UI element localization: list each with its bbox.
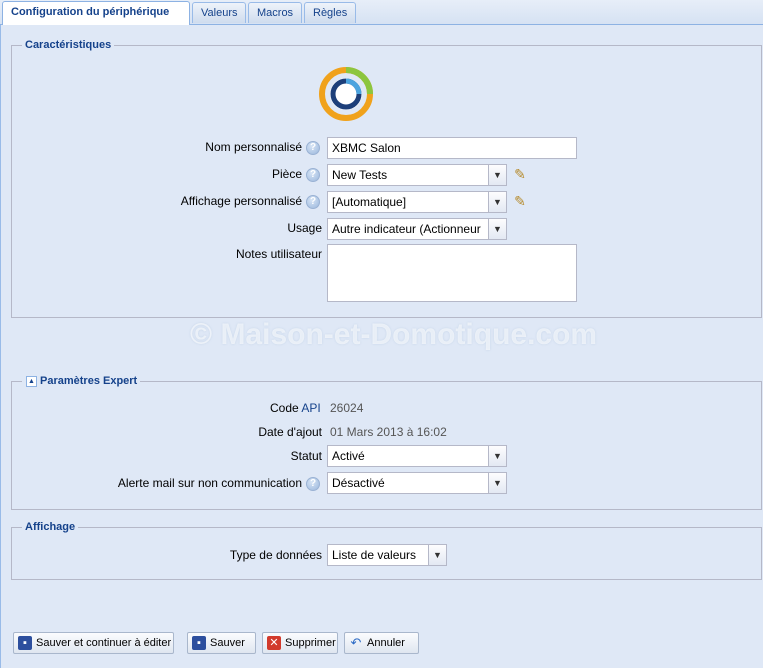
notes-textarea[interactable] <box>327 244 577 302</box>
chevron-down-icon[interactable]: ▼ <box>488 219 506 239</box>
room-select[interactable]: New Tests ▼ <box>327 164 507 186</box>
tab-values[interactable]: Valeurs <box>192 2 246 23</box>
tab-device-configuration[interactable]: Configuration du périphérique <box>2 1 190 25</box>
usage-value: Autre indicateur (Actionneur <box>332 222 481 236</box>
save-label: Sauver <box>210 637 245 649</box>
tab-bar: Configuration du périphérique Valeurs Ma… <box>0 0 763 25</box>
api-link[interactable]: API <box>301 401 320 415</box>
display-legend: Affichage <box>22 520 79 534</box>
usage-select[interactable]: Autre indicateur (Actionneur ▼ <box>327 218 507 240</box>
data-type-label: Type de données <box>229 548 322 562</box>
device-icon <box>318 66 374 122</box>
save-button[interactable]: ▪ Sauver <box>187 632 256 654</box>
help-icon[interactable]: ? <box>306 168 320 182</box>
undo-icon: ↶ <box>350 635 362 650</box>
floppy-icon: ▪ <box>18 636 32 650</box>
mail-alert-label: Alerte mail sur non communication <box>117 476 302 490</box>
tab-macros[interactable]: Macros <box>248 2 302 23</box>
date-value: 01 Mars 2013 à 16:02 <box>330 425 447 439</box>
room-value: New Tests <box>332 168 388 182</box>
name-input[interactable]: XBMC Salon <box>327 137 577 159</box>
chevron-down-icon[interactable]: ▼ <box>428 545 446 565</box>
status-select[interactable]: Activé ▼ <box>327 445 507 467</box>
mail-alert-select[interactable]: Désactivé ▼ <box>327 472 507 494</box>
notes-label: Notes utilisateur <box>235 247 322 261</box>
tab-rules[interactable]: Règles <box>304 2 356 23</box>
code-label: Code API <box>270 401 321 415</box>
watermark: © Maison-et-Domotique.com <box>190 318 598 351</box>
help-icon[interactable]: ? <box>306 195 320 209</box>
status-label: Statut <box>290 449 322 463</box>
usage-label: Usage <box>287 221 322 235</box>
code-label-text: Code <box>270 401 299 415</box>
expert-legend: Paramètres Expert <box>22 374 141 388</box>
chevron-down-icon[interactable]: ▼ <box>488 473 506 493</box>
date-label: Date d'ajout <box>258 425 322 439</box>
characteristics-legend: Caractéristiques <box>22 38 115 52</box>
save-continue-button[interactable]: ▪ Sauver et continuer à éditer <box>13 632 174 654</box>
pencil-icon[interactable]: ✎ <box>512 166 528 182</box>
display-label: Affichage personnalisé <box>180 194 302 208</box>
chevron-down-icon[interactable]: ▼ <box>488 446 506 466</box>
help-icon[interactable]: ? <box>306 141 320 155</box>
cancel-label: Annuler <box>367 637 405 649</box>
cancel-button[interactable]: ↶ Annuler <box>344 632 419 654</box>
display-select[interactable]: [Automatique] ▼ <box>327 191 507 213</box>
delete-label: Supprimer <box>285 637 336 649</box>
floppy-icon: ▪ <box>192 636 206 650</box>
data-type-value: Liste de valeurs <box>332 548 417 562</box>
delete-icon: ✕ <box>267 636 281 650</box>
collapse-icon[interactable]: ▲ <box>26 376 37 387</box>
display-value: [Automatique] <box>332 195 407 209</box>
chevron-down-icon[interactable]: ▼ <box>488 192 506 212</box>
help-icon[interactable]: ? <box>306 477 320 491</box>
chevron-down-icon[interactable]: ▼ <box>488 165 506 185</box>
data-type-select[interactable]: Liste de valeurs ▼ <box>327 544 447 566</box>
mail-alert-value: Désactivé <box>332 476 385 490</box>
delete-button[interactable]: ✕ Supprimer <box>262 632 338 654</box>
save-continue-label: Sauver et continuer à éditer <box>36 637 172 649</box>
code-value: 26024 <box>330 401 364 415</box>
status-value: Activé <box>332 449 365 463</box>
pencil-icon[interactable]: ✎ <box>512 193 528 209</box>
name-label: Nom personnalisé <box>205 140 302 154</box>
room-label: Pièce <box>271 167 302 181</box>
